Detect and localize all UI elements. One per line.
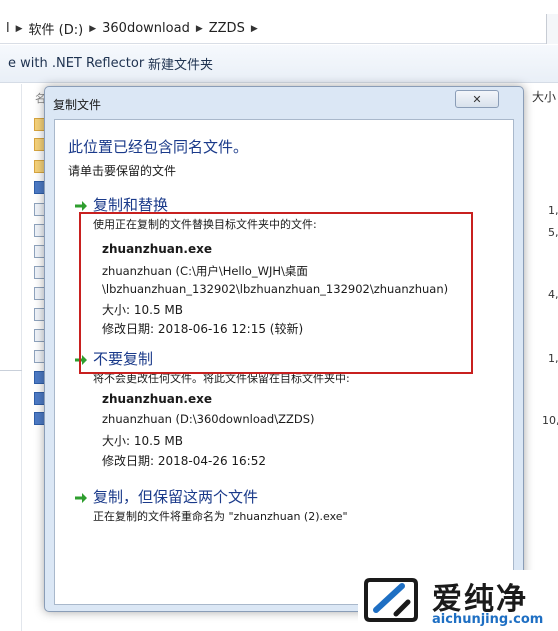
dialog-content: 此位置已经包含同名文件。 请单击要保留的文件 复制和替换 使用正在复制的文件替换…: [54, 119, 514, 605]
file-size-value: 4,: [548, 288, 558, 301]
file-modified-date: 修改日期: 2018-04-26 16:52: [102, 454, 266, 468]
copy-file-dialog: 复制文件 ✕ 此位置已经包含同名文件。 请单击要保留的文件 复制和替换 使用正在…: [44, 86, 524, 612]
green-arrow-icon: [75, 201, 87, 211]
file-size: 大小: 10.5 MB: [102, 434, 183, 448]
chevron-right-icon[interactable]: ▶: [251, 24, 258, 34]
dialog-subheading: 请单击要保留的文件: [68, 164, 177, 178]
navigation-pane[interactable]: [0, 84, 22, 631]
option-description: 正在复制的文件将重命名为 "zhuanzhuan (2).exe": [93, 510, 348, 523]
breadcrumb-folder-zzds[interactable]: ZZDS: [203, 21, 251, 36]
chevron-right-icon[interactable]: ▶: [196, 24, 203, 34]
pane-divider: [0, 370, 22, 371]
file-size-value: 5,: [548, 226, 558, 239]
breadcrumb-lead: l: [6, 21, 10, 36]
option-copy-keep-both[interactable]: 复制，但保留这两个文件 正在复制的文件将重命名为 "zhuanzhuan (2)…: [55, 486, 515, 530]
column-size-header[interactable]: 大小: [532, 88, 556, 105]
explorer-toolbar: e with .NET Reflector 新建文件夹: [0, 45, 558, 83]
watermark-url: aichunjing.com: [432, 612, 544, 627]
close-button[interactable]: ✕: [455, 90, 499, 108]
green-arrow-icon: [75, 493, 87, 503]
address-bar[interactable]: l ▶ 软件 (D:) ▶ 360download ▶ ZZDS ▶: [0, 14, 558, 44]
dialog-title: 复制文件: [53, 98, 102, 112]
option-title: 复制，但保留这两个文件: [93, 488, 259, 506]
breadcrumb-folder-360download[interactable]: 360download: [96, 21, 196, 36]
open-with-button[interactable]: e with .NET Reflector: [8, 56, 144, 71]
file-name: zhuanzhuan.exe: [102, 392, 212, 406]
dialog-heading: 此位置已经包含同名文件。: [68, 138, 249, 156]
watermark: 爱纯净 aichunjing.com: [358, 570, 558, 631]
file-path: zhuanzhuan (D:\360download\ZZDS): [102, 412, 315, 426]
address-dropdown-button[interactable]: [546, 14, 558, 44]
close-icon: ✕: [472, 92, 482, 106]
file-size-value: 10,: [542, 414, 558, 427]
chevron-right-icon[interactable]: ▶: [89, 24, 96, 34]
new-folder-button[interactable]: 新建文件夹: [148, 54, 213, 73]
file-size-value: 1,: [548, 352, 558, 365]
file-size-value: 1,: [548, 204, 558, 217]
brand-logo-icon: [364, 578, 418, 622]
highlight-annotation-box: [79, 212, 473, 374]
breadcrumb-drive[interactable]: 软件 (D:): [23, 19, 90, 38]
chevron-right-icon[interactable]: ▶: [16, 24, 23, 34]
